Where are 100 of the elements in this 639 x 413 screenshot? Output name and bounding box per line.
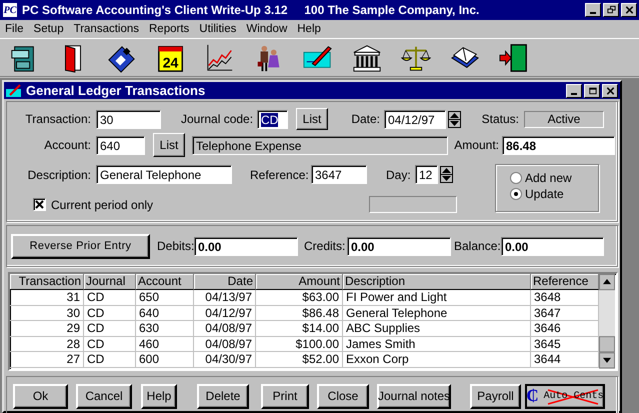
dialog-button[interactable]: Close: [317, 384, 369, 408]
minimize-icon: [590, 12, 596, 14]
table-cell: 630: [136, 321, 194, 337]
maximize-icon: [586, 86, 598, 96]
table-cell: CD: [84, 352, 136, 368]
table-cell: James Smith: [343, 336, 531, 352]
dialog-button[interactable]: Payroll: [470, 384, 521, 408]
restore-button[interactable]: [603, 3, 619, 17]
field-label: Account:: [43, 138, 91, 152]
field-label: Description:: [26, 168, 91, 182]
table-cell: 04/13/97: [194, 290, 256, 306]
table-cell: $63.00: [256, 290, 343, 306]
journal-code-field[interactable]: CD: [257, 110, 288, 128]
table-cell: 29: [10, 321, 84, 337]
checkbox-label[interactable]: Current period only: [51, 198, 154, 212]
list-button[interactable]: List: [296, 108, 328, 130]
table-cell: 04/08/97: [194, 336, 256, 352]
scrollbar[interactable]: [599, 274, 615, 369]
close-icon: [604, 86, 616, 96]
radio-label[interactable]: Update: [525, 187, 564, 201]
table-cell: General Telephone: [343, 306, 531, 322]
table-cell: 640: [136, 306, 194, 322]
table-cell: $86.48: [256, 306, 343, 322]
field-label: Transaction:: [24, 112, 91, 126]
field-label: Credits:: [304, 239, 344, 253]
table-cell: CD: [84, 321, 136, 337]
radio-button[interactable]: [510, 172, 522, 184]
table-cell: $14.00: [256, 321, 343, 337]
account-field[interactable]: 640: [96, 136, 145, 154]
dialog-button[interactable]: Delete: [197, 384, 249, 408]
debits-field[interactable]: 0.00: [194, 236, 298, 256]
menu-item[interactable]: Help: [292, 23, 326, 35]
table-cell: 31: [10, 290, 84, 306]
dialog-button[interactable]: Cancel: [76, 384, 132, 408]
column-header[interactable]: Amount: [256, 274, 343, 290]
dialog-button[interactable]: Ok: [13, 384, 68, 408]
reverse-entry-button[interactable]: Reverse Prior Entry: [11, 234, 150, 258]
minimize-button[interactable]: [585, 3, 601, 17]
checkbox[interactable]: [33, 198, 46, 211]
spinner-icon[interactable]: [440, 166, 453, 183]
column-header[interactable]: Description: [343, 274, 531, 290]
table-cell: 04/30/97: [194, 352, 256, 368]
minimize-icon: [571, 92, 577, 94]
field-label: Amount:: [453, 138, 499, 152]
app-title: PC Software Accounting's Client Write-Up 3.12 100 The Sample Company, Inc.: [22, 3, 480, 17]
amount-field[interactable]: 86.48: [502, 136, 615, 154]
dialog-button[interactable]: Journal notes: [377, 384, 451, 408]
reference-field[interactable]: 3647: [311, 165, 367, 184]
column-header[interactable]: Journal: [84, 274, 136, 290]
table-cell: 04/12/97: [194, 306, 256, 322]
table-cell: 28: [10, 336, 84, 352]
column-header[interactable]: Transaction: [10, 274, 84, 290]
radio-button[interactable]: [510, 188, 522, 200]
column-header[interactable]: Reference: [531, 274, 599, 290]
table-cell: FI Power and Light: [343, 290, 531, 306]
balance-field[interactable]: 0.00: [501, 236, 604, 256]
menu-item[interactable]: Window: [241, 23, 292, 35]
column-header[interactable]: Account: [136, 274, 194, 290]
field-label: Journal code:: [181, 112, 253, 126]
dialog-button[interactable]: Print: [261, 384, 309, 408]
table-cell: 650: [136, 290, 194, 306]
table-cell: 30: [10, 306, 84, 322]
menu-item[interactable]: File: [0, 23, 29, 35]
field-label: Status:: [480, 112, 519, 126]
description-field[interactable]: General Telephone: [96, 165, 232, 184]
transaction-field[interactable]: 30: [96, 110, 161, 128]
app-logo: PC: [2, 2, 18, 18]
status-display: Active: [524, 110, 604, 128]
window-title: General Ledger Transactions: [26, 83, 206, 98]
radio-label[interactable]: Add new: [525, 171, 572, 185]
day-field[interactable]: 12: [415, 165, 438, 184]
table-cell: Exxon Corp: [343, 352, 531, 368]
exit-icon[interactable]: [499, 42, 529, 74]
spinner-icon[interactable]: [448, 110, 461, 128]
restore-icon: [606, 5, 616, 15]
credits-field[interactable]: 0.00: [347, 236, 451, 256]
table-cell: 04/08/97: [194, 321, 256, 337]
menu-item[interactable]: Transactions: [68, 23, 144, 35]
close-button[interactable]: [602, 84, 618, 98]
minimize-button[interactable]: [566, 84, 582, 98]
menu-item[interactable]: Utilities: [194, 23, 242, 35]
close-icon: [624, 5, 634, 15]
check-pen-icon: [6, 84, 22, 98]
close-button[interactable]: [621, 3, 637, 17]
dialog-button[interactable]: Help: [141, 384, 177, 408]
account-name-display: Telephone Expense: [192, 136, 448, 154]
date-field[interactable]: 04/12/97: [384, 110, 446, 128]
table-cell: $100.00: [256, 336, 343, 352]
table-cell: CD: [84, 336, 136, 352]
column-header[interactable]: Date: [194, 274, 256, 290]
field-label: Debits:: [157, 239, 191, 253]
field-label: Date:: [350, 112, 380, 126]
table-cell: CD: [84, 290, 136, 306]
table-cell: $52.00: [256, 352, 343, 368]
maximize-button[interactable]: [584, 84, 600, 98]
table-cell: 460: [136, 336, 194, 352]
list-button[interactable]: List: [153, 133, 185, 157]
menu-item[interactable]: Reports: [144, 23, 194, 35]
menu-item[interactable]: Setup: [28, 23, 69, 35]
table-cell: ABC Supplies: [343, 321, 531, 337]
